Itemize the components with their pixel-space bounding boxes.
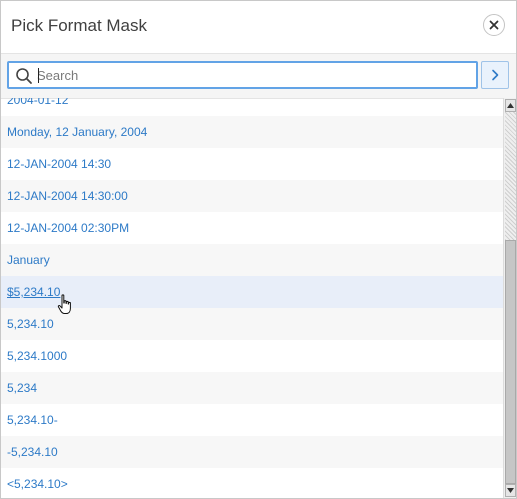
format-mask-label[interactable]: 5,234.1000 bbox=[7, 349, 67, 363]
format-mask-list: 2004-01-12 Monday, 12 January, 2004 12-JAN… bbox=[1, 98, 503, 498]
arrow-down-icon bbox=[507, 488, 514, 493]
scroll-thumb[interactable] bbox=[505, 240, 516, 484]
dialog-titlebar: Pick Format Mask bbox=[1, 1, 516, 51]
search-input[interactable] bbox=[37, 65, 467, 85]
format-mask-item[interactable]: Monday, 12 January, 2004 bbox=[1, 116, 503, 148]
text-caret bbox=[38, 68, 39, 83]
search-bar bbox=[1, 53, 516, 99]
format-mask-item[interactable]: 5,234 bbox=[1, 372, 503, 404]
format-mask-label[interactable]: 5,234.10 bbox=[7, 317, 54, 331]
search-icon bbox=[16, 68, 32, 84]
format-mask-item[interactable]: $5,234.10 bbox=[1, 276, 503, 308]
format-mask-item[interactable]: 5,234.10- bbox=[1, 404, 503, 436]
format-mask-item[interactable]: -5,234.10 bbox=[1, 436, 503, 468]
format-mask-list-items: 2004-01-12 Monday, 12 January, 2004 12-JAN… bbox=[1, 98, 503, 498]
format-mask-label[interactable]: 12-JAN-2004 02:30PM bbox=[7, 221, 129, 235]
search-go-button[interactable] bbox=[481, 61, 509, 89]
format-mask-label[interactable]: $5,234.10 bbox=[7, 285, 60, 299]
scroll-up-button[interactable] bbox=[505, 99, 516, 112]
format-mask-item[interactable]: <5,234.10> bbox=[1, 468, 503, 498]
search-field[interactable] bbox=[7, 61, 478, 89]
format-mask-label[interactable]: 5,234 bbox=[7, 381, 37, 395]
format-mask-label[interactable]: 12-JAN-2004 14:30:00 bbox=[7, 189, 128, 203]
format-mask-label[interactable]: Monday, 12 January, 2004 bbox=[7, 125, 147, 139]
format-mask-item[interactable]: 2004-01-12 bbox=[1, 98, 503, 116]
format-mask-label[interactable]: <5,234.10> bbox=[7, 477, 68, 491]
vertical-scrollbar[interactable] bbox=[503, 98, 516, 498]
arrow-up-icon bbox=[507, 103, 514, 108]
format-mask-item[interactable]: January bbox=[1, 244, 503, 276]
pick-format-mask-dialog: Pick Format Mask 2004-01-12 Monday, 12 Ja… bbox=[0, 0, 517, 499]
format-mask-item[interactable]: 12-JAN-2004 14:30:00 bbox=[1, 180, 503, 212]
format-mask-item[interactable]: 12-JAN-2004 14:30 bbox=[1, 148, 503, 180]
chevron-right-icon bbox=[492, 69, 499, 81]
close-icon bbox=[489, 20, 499, 30]
format-mask-label[interactable]: 12-JAN-2004 14:30 bbox=[7, 157, 111, 171]
scroll-down-button[interactable] bbox=[505, 484, 516, 497]
format-mask-item[interactable]: 5,234.1000 bbox=[1, 340, 503, 372]
format-mask-label[interactable]: 5,234.10- bbox=[7, 413, 58, 427]
scroll-track[interactable] bbox=[505, 112, 516, 240]
format-mask-label[interactable]: 2004-01-12 bbox=[7, 98, 68, 107]
close-button[interactable] bbox=[483, 14, 505, 36]
format-mask-item[interactable]: 12-JAN-2004 02:30PM bbox=[1, 212, 503, 244]
dialog-title: Pick Format Mask bbox=[11, 16, 148, 35]
format-mask-label[interactable]: -5,234.10 bbox=[7, 445, 58, 459]
format-mask-item[interactable]: 5,234.10 bbox=[1, 308, 503, 340]
format-mask-label[interactable]: January bbox=[7, 253, 50, 267]
